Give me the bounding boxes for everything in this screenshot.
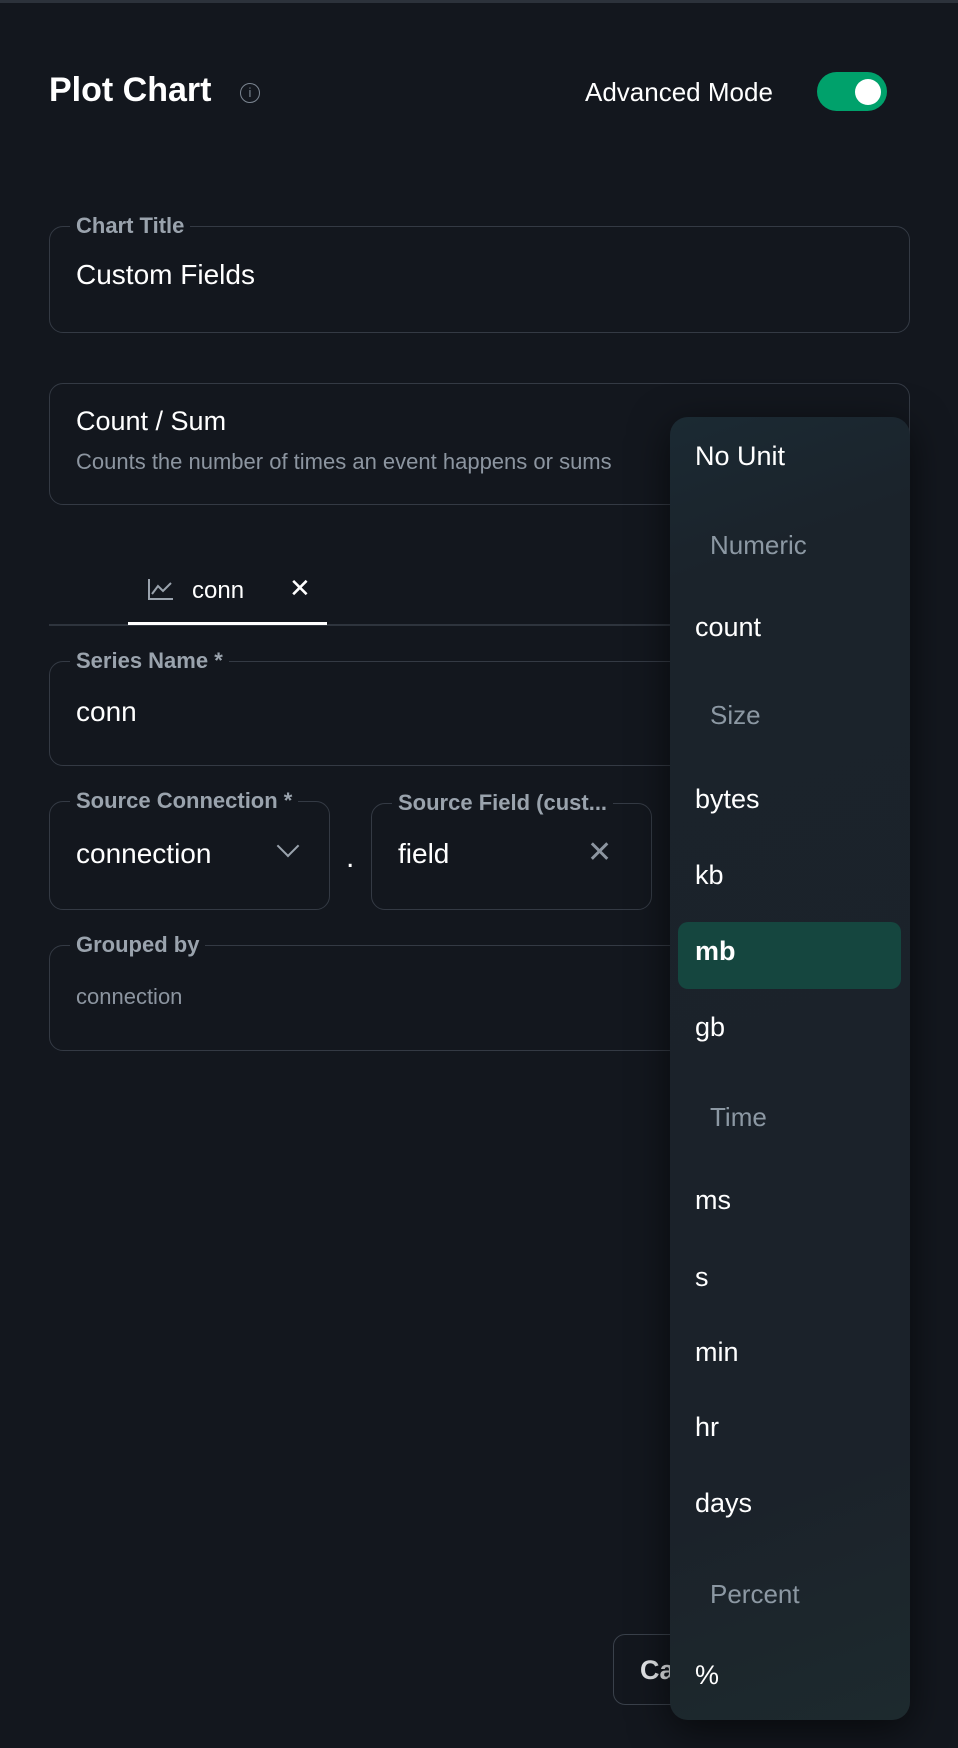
line-chart-icon [148, 579, 173, 600]
toggle-knob [855, 79, 881, 105]
advanced-mode-label: Advanced Mode [585, 77, 773, 107]
unit-dropdown-menu: No Unit Numeric count Size bytes kb mb gb Time ms… [670, 417, 910, 1720]
chart-title-input[interactable]: Custom Fields [76, 259, 883, 291]
option-group-header: Size [710, 700, 761, 730]
unit-option[interactable]: gb [695, 1012, 725, 1043]
unit-option[interactable]: % [695, 1660, 719, 1691]
grouped-by-label: Grouped by [76, 932, 200, 957]
chart-title-label: Chart Title [76, 213, 185, 238]
unit-option[interactable]: min [695, 1337, 739, 1368]
option-group-header: Numeric [710, 530, 807, 560]
unit-option[interactable]: days [695, 1488, 752, 1519]
unit-option[interactable]: bytes [695, 784, 760, 815]
field-separator: . [346, 841, 355, 874]
option-group-header: Percent [710, 1579, 800, 1609]
page-title: Plot Chart [49, 71, 212, 109]
series-tab-conn[interactable]: conn [192, 577, 244, 605]
info-icon[interactable]: i [240, 83, 260, 103]
chart-title-field[interactable]: Chart Title Custom Fields [49, 213, 910, 333]
source-connection-label: Source Connection * [76, 788, 293, 813]
unit-option[interactable]: ms [695, 1185, 731, 1216]
unit-option[interactable]: mb [695, 936, 736, 967]
unit-option[interactable]: count [695, 612, 761, 643]
source-field-label: Source Field (cust... [398, 790, 608, 815]
option-group-header: Time [710, 1102, 767, 1132]
unit-option[interactable]: kb [695, 860, 724, 891]
series-name-label: Series Name * [76, 648, 223, 673]
unit-option[interactable]: No Unit [695, 441, 785, 472]
unit-option[interactable]: s [695, 1262, 709, 1293]
unit-option[interactable]: hr [695, 1412, 719, 1443]
close-icon[interactable]: ✕ [289, 573, 311, 604]
source-connection-value: connection [76, 838, 212, 869]
active-tab-indicator [128, 622, 327, 625]
advanced-mode-toggle[interactable] [817, 72, 887, 111]
clear-icon[interactable]: ✕ [587, 835, 612, 870]
